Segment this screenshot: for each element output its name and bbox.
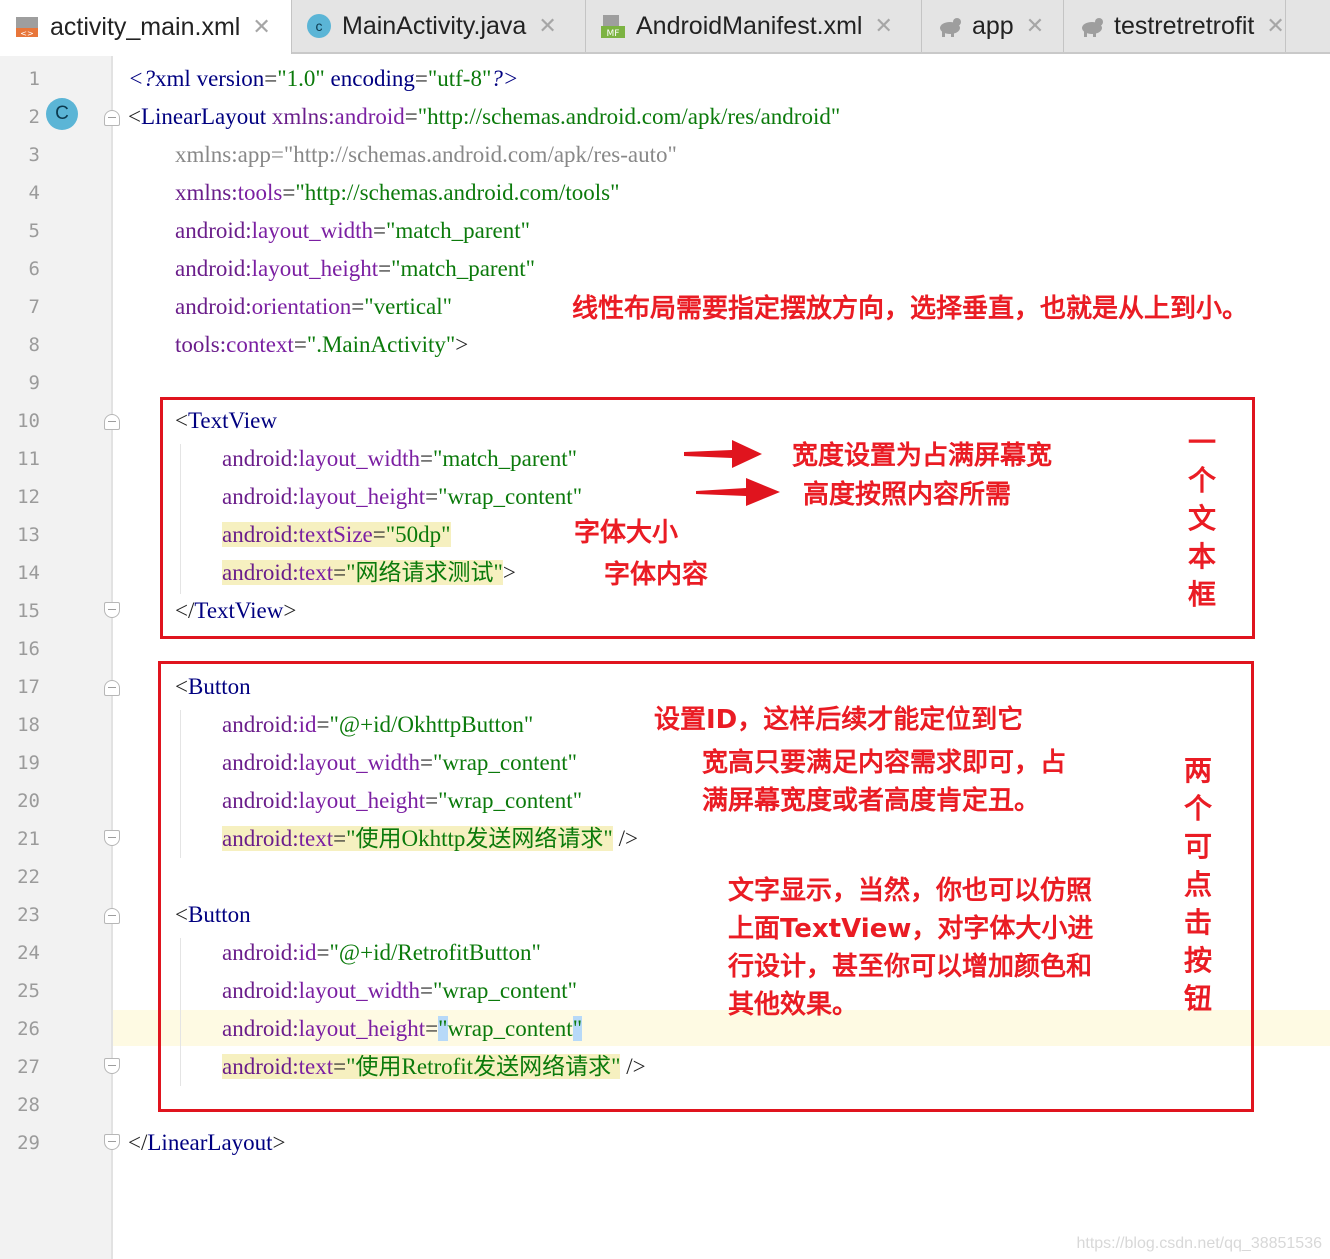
class-gutter-icon[interactable]: C — [46, 98, 78, 130]
height-note: 高度按照内容所需 — [803, 480, 1012, 510]
code-line-6: android:layout_height="match_parent" — [175, 256, 536, 281]
line-number: 12 — [17, 486, 40, 508]
buttons-label: 两个可点击按钮 — [1183, 754, 1212, 1015]
gradle-icon — [940, 18, 961, 37]
text-display-note-line-3: 行设计，甚至你可以增加颜色和 — [728, 952, 1093, 982]
line-number: 6 — [28, 258, 40, 280]
line-number: 16 — [17, 638, 40, 660]
line-number: 3 — [28, 144, 40, 166]
line-number: 5 — [28, 220, 40, 242]
gradle-icon — [1082, 18, 1103, 37]
code-line-2: <LinearLayout xmlns:android="http://sche… — [128, 104, 841, 129]
close-tab-icon[interactable]: ✕ — [874, 14, 892, 39]
wrap-note-line-2: 满屏幕宽度或者高度肯定丑。 — [702, 786, 1041, 816]
text-display-note-line-2: 上面TextView，对字体大小进 — [728, 914, 1094, 944]
line-number: 8 — [28, 334, 40, 356]
line-number: 11 — [17, 448, 40, 470]
tab-testretretrofit-gradle[interactable]: testretretrofit ✕ — [1064, 0, 1286, 52]
textview-annotation-box — [160, 397, 1255, 639]
xml-layout-icon: <> — [16, 17, 38, 38]
fold-marker[interactable] — [104, 830, 120, 846]
line-number: 15 — [17, 600, 40, 622]
code-line-3: xmlns:app="http://schemas.android.com/ap… — [175, 142, 677, 167]
fold-marker[interactable] — [104, 680, 120, 696]
line-number: 14 — [17, 562, 40, 584]
text-display-note-line-1: 文字显示，当然，你也可以仿照 — [728, 876, 1093, 906]
code-line-4: xmlns:tools="http://schemas.android.com/… — [175, 180, 620, 205]
line-number: 18 — [17, 714, 40, 736]
line-number: 25 — [17, 980, 40, 1002]
wrap-note-line-1: 宽高只要满足内容需求即可，占 — [702, 748, 1067, 778]
line-number: 10 — [17, 410, 40, 432]
line-number: 29 — [17, 1132, 40, 1154]
code-line-5: android:layout_width="match_parent" — [175, 218, 530, 243]
mf-badge: MF — [607, 29, 620, 39]
text-note: 字体内容 — [604, 560, 709, 590]
line-number: 19 — [17, 752, 40, 774]
line-number: 28 — [17, 1094, 40, 1116]
svg-text:c: c — [316, 18, 323, 34]
editor-tab-bar: <> activity_main.xml ✕ c MainActivity.ja… — [0, 0, 1330, 54]
manifest-icon: MF — [601, 15, 625, 39]
line-number: 27 — [17, 1056, 40, 1078]
fold-marker[interactable] — [104, 1058, 120, 1074]
line-number: 13 — [17, 524, 40, 546]
fold-marker[interactable] — [104, 602, 120, 618]
code-line-7: android:orientation="vertical" — [175, 294, 453, 319]
arrow-icon — [684, 440, 780, 506]
orientation-note: 线性布局需要指定摆放方向，选择垂直，也就是从上到小。 — [572, 294, 1249, 324]
line-number: 24 — [17, 942, 40, 964]
line-number: 22 — [17, 866, 40, 888]
line-number: 21 — [17, 828, 40, 850]
tab-label: testretretrofit — [1114, 11, 1255, 40]
tab-label: AndroidManifest.xml — [636, 11, 863, 40]
line-number: 23 — [17, 904, 40, 926]
line-number: 1 — [28, 68, 40, 90]
fold-marker[interactable] — [104, 414, 120, 430]
code-line-1: <?xml version="1.0" encoding="utf-8"?> — [128, 66, 519, 91]
java-class-icon: c — [307, 14, 331, 38]
id-note: 设置ID，这样后续才能定位到它 — [654, 705, 1024, 735]
watermark: https://blog.csdn.net/qq_38851536 — [1076, 1235, 1322, 1252]
line-number: 20 — [17, 790, 40, 812]
close-tab-icon[interactable]: ✕ — [1026, 14, 1044, 39]
fold-marker[interactable] — [104, 1134, 120, 1150]
line-number: 7 — [28, 296, 40, 318]
line-number: 26 — [17, 1018, 40, 1040]
text-display-note-line-4: 其他效果。 — [728, 990, 859, 1020]
line-number: 4 — [28, 182, 40, 204]
code-line-8: tools:context=".MainActivity"> — [175, 332, 469, 357]
width-note: 宽度设置为占满屏幕宽 — [792, 441, 1053, 471]
close-tab-icon[interactable]: ✕ — [1266, 14, 1284, 39]
tab-label: app — [972, 11, 1014, 40]
tab-android-manifest[interactable]: MF AndroidManifest.xml ✕ — [586, 0, 922, 52]
fold-marker[interactable] — [104, 110, 120, 126]
tab-app-gradle[interactable]: app ✕ — [922, 0, 1064, 52]
line-number: 9 — [28, 372, 40, 394]
tab-activity-main-xml[interactable]: <> activity_main.xml ✕ — [0, 0, 292, 54]
fold-marker[interactable] — [104, 908, 120, 924]
tab-main-activity-java[interactable]: c MainActivity.java ✕ — [292, 0, 586, 52]
line-number: 2 — [28, 106, 40, 128]
line-number: 17 — [17, 676, 40, 698]
tab-label: MainActivity.java — [342, 11, 527, 40]
tab-label: activity_main.xml — [50, 12, 241, 41]
close-tab-icon[interactable]: ✕ — [538, 14, 556, 39]
textbox-label: 一个文本框 — [1187, 426, 1216, 611]
code-line-29: </LinearLayout> — [128, 1130, 286, 1155]
textsize-note: 字体大小 — [574, 518, 679, 548]
close-tab-icon[interactable]: ✕ — [252, 15, 270, 40]
svg-text:<>: <> — [20, 29, 33, 38]
